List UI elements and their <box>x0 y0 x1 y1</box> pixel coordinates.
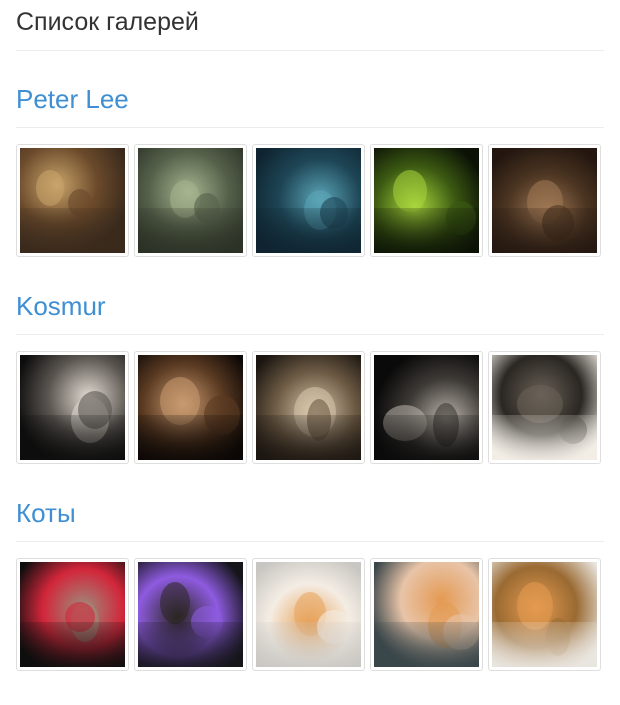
gallery-title-kosmur[interactable]: Kosmur <box>16 290 106 322</box>
gallery-thumbnails-kosmur <box>16 351 616 466</box>
gallery-thumbnail[interactable] <box>370 558 483 671</box>
page-title: Список галерей <box>16 8 199 36</box>
glasses-portrait-image <box>256 355 361 460</box>
gallery-thumbnail[interactable] <box>488 351 601 464</box>
black-cat-slinky-image <box>138 562 243 667</box>
gallery-thumbnail[interactable] <box>370 351 483 464</box>
gallery-thumbnail[interactable] <box>16 558 129 671</box>
masked-man-image <box>374 355 479 460</box>
kittens-basket-image <box>20 562 125 667</box>
gallery-thumbnail[interactable] <box>252 351 365 464</box>
gallery-thumbnail[interactable] <box>488 144 601 257</box>
ginger-kittens-image <box>256 562 361 667</box>
lab-tanks-image <box>256 148 361 253</box>
divider <box>16 334 604 335</box>
alien-spiral-image <box>374 148 479 253</box>
gallery-thumbnail[interactable] <box>134 144 247 257</box>
gallery-thumbnail[interactable] <box>134 558 247 671</box>
gallery-thumbnail[interactable] <box>370 144 483 257</box>
scifi-hall-image <box>138 148 243 253</box>
gallery-thumbnail[interactable] <box>16 144 129 257</box>
machine-figure-image <box>492 355 597 460</box>
gallery-thumbnail[interactable] <box>252 144 365 257</box>
gallery-title-peter-lee[interactable]: Peter Lee <box>16 83 129 115</box>
gallery-thumbnail[interactable] <box>134 351 247 464</box>
kittens-in-hands-image <box>374 562 479 667</box>
divider <box>16 127 604 128</box>
scifi-corridor-image <box>20 148 125 253</box>
gallery-thumbnails-koty <box>16 558 616 673</box>
mask-face-image <box>20 355 125 460</box>
kittens-wicker-basket-image <box>492 562 597 667</box>
gallery-list-page: Список галерей Peter Lee Kosmur Коты <box>0 0 620 705</box>
divider <box>16 541 604 542</box>
bald-figure-image <box>138 355 243 460</box>
gallery-thumbnail[interactable] <box>252 558 365 671</box>
gallery-thumbnail[interactable] <box>16 351 129 464</box>
industrial-interior-image <box>492 148 597 253</box>
gallery-thumbnail[interactable] <box>488 558 601 671</box>
divider <box>16 50 604 51</box>
gallery-title-koty[interactable]: Коты <box>16 497 76 529</box>
gallery-thumbnails-peter-lee <box>16 144 616 259</box>
